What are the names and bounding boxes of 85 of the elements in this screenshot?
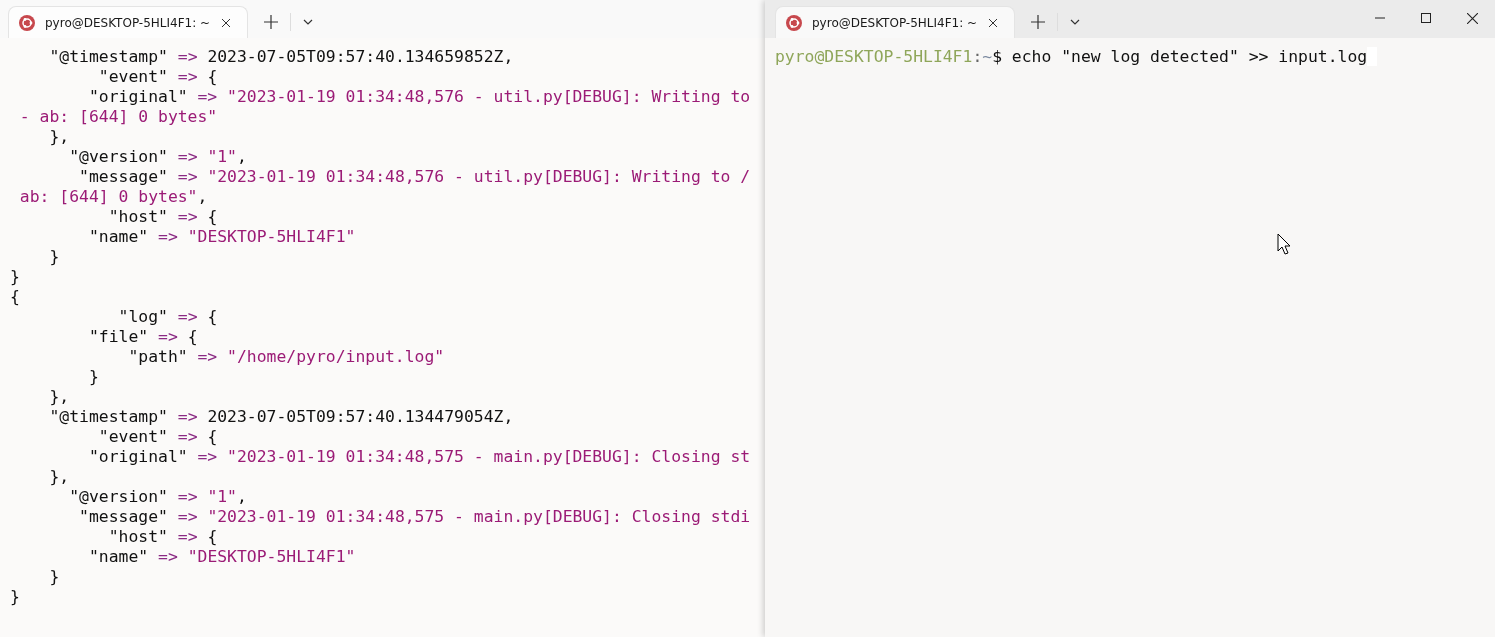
operator: => <box>177 407 198 426</box>
string-literal: "DESKTOP-5HLI4F1" <box>186 547 356 566</box>
close-tab-icon[interactable] <box>988 17 998 28</box>
string-literal: - ab: [644] 0 bytes" <box>18 107 218 126</box>
code-text: "original" <box>87 447 189 466</box>
code-text: , <box>197 187 208 206</box>
code-text: "@timestamp" <box>48 407 169 426</box>
maximize-icon <box>1421 13 1431 23</box>
operator: => <box>177 207 198 226</box>
string-literal: "DESKTOP-5HLI4F1" <box>186 227 356 246</box>
string-literal: "2023-01-19 01:34:48,575 - main.py[DEBUG]: Closing st <box>226 447 751 466</box>
new-tab-icon[interactable] <box>264 15 278 29</box>
operator: => <box>177 307 198 326</box>
close-tab-icon[interactable] <box>221 17 231 28</box>
code-text: { <box>186 327 198 346</box>
code-text: { <box>206 427 218 446</box>
code-text: "@version" <box>68 487 169 506</box>
prompt-symbol: $ <box>992 47 1002 66</box>
string-literal: "/home/pyro/input.log" <box>226 347 445 366</box>
code-text: "message" <box>78 507 169 526</box>
operator: => <box>158 227 178 246</box>
operator: => <box>177 427 198 446</box>
operator: => <box>177 507 198 526</box>
code-text: 2023-07-05T09:57:40.134479054Z, <box>206 407 514 426</box>
code-text: , <box>237 487 247 506</box>
code-text: "path" <box>127 347 189 366</box>
code-text: "host" <box>107 527 169 546</box>
ubuntu-logo-icon <box>19 14 35 31</box>
ubuntu-logo-icon <box>786 14 802 31</box>
operator: => <box>177 527 198 546</box>
operator: => <box>177 47 198 66</box>
string-literal: ab: [644] 0 bytes" <box>18 187 198 206</box>
code-text: "name" <box>87 547 150 566</box>
code-text: { <box>206 207 218 226</box>
prompt-path: ~ <box>982 47 993 66</box>
tab-title: pyro@DESKTOP-5HLI4F1: ~ <box>812 15 979 30</box>
code-text: 2023-07-05T09:57:40.134659852Z, <box>206 47 514 66</box>
operator: => <box>158 547 178 566</box>
code-text: "file" <box>87 327 150 346</box>
string-literal: "2023-01-19 01:34:48,576 - util.py[DEBUG]: Writing to / <box>206 167 751 186</box>
operator: => <box>177 147 198 166</box>
code-text: } <box>10 587 20 606</box>
terminal-tab[interactable]: pyro@DESKTOP-5HLI4F1: ~ <box>8 6 248 38</box>
code-text: "name" <box>87 227 150 246</box>
code-text: { <box>206 527 218 546</box>
operator: => <box>177 167 198 186</box>
code-text: "host" <box>107 207 169 226</box>
code-text: }, <box>48 387 70 406</box>
code-text: "log" <box>117 307 169 326</box>
code-text: { <box>10 287 20 306</box>
operator: => <box>177 67 198 86</box>
new-tab-icon[interactable] <box>1031 15 1045 29</box>
dropdown-caret-icon[interactable] <box>1070 19 1080 25</box>
command-text: echo "new log detected" >> input.log <box>1010 47 1368 66</box>
string-literal: "2023-01-19 01:34:48,576 - util.py[DEBUG]: Writing to <box>226 87 751 106</box>
operator: => <box>197 347 218 366</box>
code-text: { <box>206 67 218 86</box>
code-text: } <box>48 247 60 266</box>
code-text: "@timestamp" <box>48 47 169 66</box>
operator: => <box>197 87 218 106</box>
code-text: , <box>237 147 247 166</box>
operator: => <box>177 487 198 506</box>
mouse-pointer-icon <box>1277 233 1291 255</box>
operator: => <box>197 447 218 466</box>
string-literal: "2023-01-19 01:34:48,575 - main.py[DEBUG]: Closing stdi <box>206 507 751 526</box>
code-text: "event" <box>97 427 169 446</box>
terminal-tab[interactable]: pyro@DESKTOP-5HLI4F1: ~ <box>775 6 1015 38</box>
operator: => <box>158 327 178 346</box>
code-text: }, <box>48 467 70 486</box>
code-text: "original" <box>87 87 189 106</box>
code-text: "message" <box>78 167 169 186</box>
code-text: { <box>206 307 218 326</box>
close-icon <box>1466 12 1478 24</box>
tab-title: pyro@DESKTOP-5HLI4F1: ~ <box>45 15 212 30</box>
code-text: } <box>48 567 60 586</box>
code-text: } <box>10 267 20 286</box>
string-literal: "1" <box>206 147 237 166</box>
code-text: }, <box>48 127 70 146</box>
code-text: "@version" <box>68 147 169 166</box>
prompt-separator: : <box>972 47 983 66</box>
string-literal: "1" <box>206 487 237 506</box>
code-text: } <box>87 367 99 386</box>
prompt-user-host: pyro@DESKTOP-5HLI4F1 <box>775 47 973 66</box>
code-text: "event" <box>97 67 169 86</box>
dropdown-caret-icon[interactable] <box>303 19 313 25</box>
